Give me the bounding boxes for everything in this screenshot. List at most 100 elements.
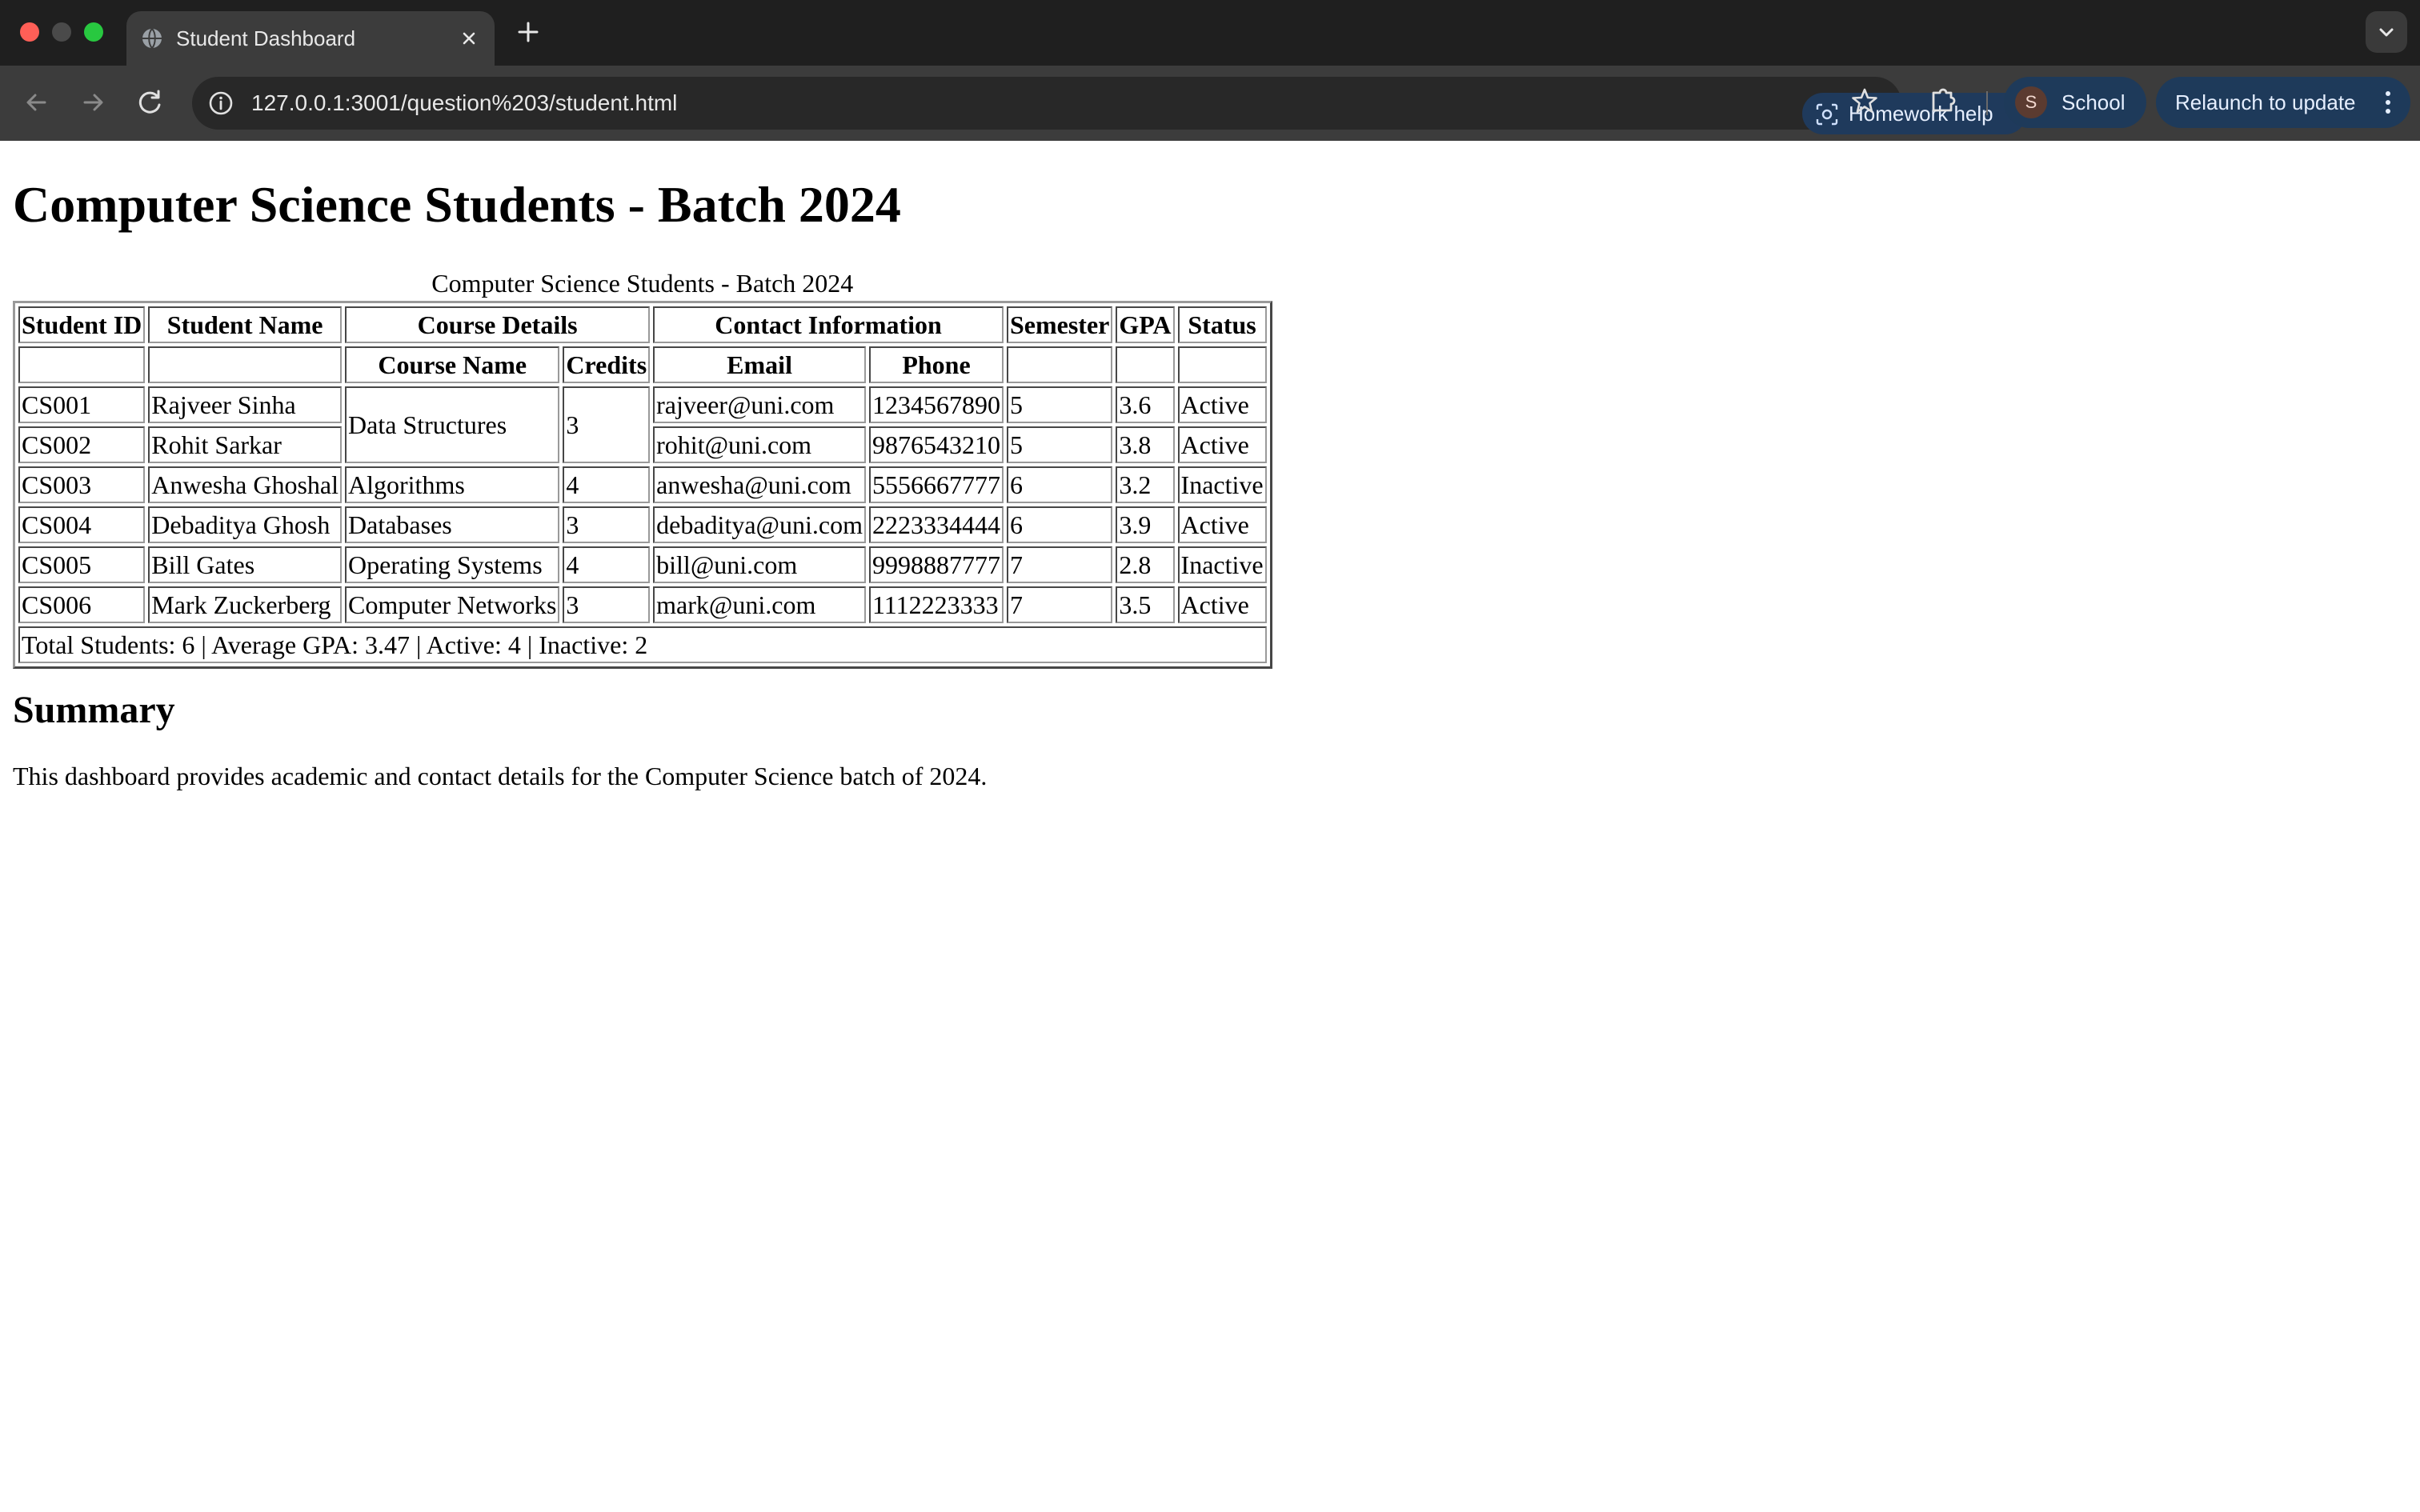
- empty-header-cell: [1177, 346, 1267, 383]
- header-status: Status: [1177, 306, 1267, 343]
- cell-credits: 3: [563, 586, 651, 623]
- cell-status: Inactive: [1177, 466, 1267, 503]
- summary-text: This dashboard provides academic and con…: [13, 762, 988, 790]
- cell-phone: 5556667777: [868, 466, 1004, 503]
- cell-email: rajveer@uni.com: [653, 386, 866, 423]
- empty-header-cell: [18, 346, 146, 383]
- cell-credits: 3: [563, 386, 651, 463]
- header-student-name: Student Name: [148, 306, 342, 343]
- cell-email: debaditya@uni.com: [653, 506, 866, 543]
- cell-course-name: Algorithms: [345, 466, 560, 503]
- cell-status: Active: [1177, 386, 1267, 423]
- cell-student-name: Rohit Sarkar: [148, 426, 342, 463]
- empty-header-cell: [1116, 346, 1175, 383]
- close-icon[interactable]: [456, 26, 482, 51]
- cell-semester: 7: [1006, 546, 1113, 583]
- forward-arrow-icon[interactable]: [74, 83, 112, 122]
- cell-gpa: 3.2: [1116, 466, 1175, 503]
- table-caption: Computer Science Students - Batch 2024: [431, 269, 854, 298]
- profile-button[interactable]: S School: [2004, 77, 2146, 128]
- back-arrow-icon[interactable]: [18, 83, 56, 122]
- header-phone: Phone: [868, 346, 1004, 383]
- cell-semester: 6: [1006, 466, 1113, 503]
- cell-gpa: 3.8: [1116, 426, 1175, 463]
- cell-status: Active: [1177, 426, 1267, 463]
- empty-header-cell: [148, 346, 342, 383]
- relaunch-button[interactable]: Relaunch to update: [2156, 77, 2410, 128]
- page-title: Computer Science Students - Batch 2024: [13, 176, 901, 233]
- cell-phone: 2223334444: [868, 506, 1004, 543]
- header-email: Email: [653, 346, 866, 383]
- close-window-button[interactable]: [20, 22, 39, 42]
- cell-phone: 1112223333: [868, 586, 1004, 623]
- cell-student-id: CS001: [18, 386, 146, 423]
- cell-gpa: 2.8: [1116, 546, 1175, 583]
- page-content: Computer Science Students - Batch 2024 C…: [0, 141, 2420, 1512]
- cell-phone: 9998887777: [868, 546, 1004, 583]
- cell-gpa: 3.9: [1116, 506, 1175, 543]
- cell-student-id: CS003: [18, 466, 146, 503]
- table-row: CS003 Anwesha Ghoshal Algorithms 4 anwes…: [18, 466, 1267, 503]
- cell-student-name: Rajveer Sinha: [148, 386, 342, 423]
- cell-phone: 1234567890: [868, 386, 1004, 423]
- tab-student-dashboard[interactable]: Student Dashboard: [126, 11, 495, 66]
- address-bar[interactable]: 127.0.0.1:3001/question%203/student.html…: [192, 77, 2026, 134]
- cell-phone: 9876543210: [868, 426, 1004, 463]
- maximize-window-button[interactable]: [84, 22, 103, 42]
- cell-student-id: CS002: [18, 426, 146, 463]
- cell-course-name: Operating Systems: [345, 546, 560, 583]
- students-table-wrapper: Computer Science Students - Batch 2024 S…: [13, 267, 1272, 669]
- cell-semester: 6: [1006, 506, 1113, 543]
- homework-help-button[interactable]: Homework help: [1802, 93, 2026, 134]
- cell-student-id: CS004: [18, 506, 146, 543]
- cell-email: rohit@uni.com: [653, 426, 866, 463]
- cell-email: mark@uni.com: [653, 586, 866, 623]
- tab-search-button[interactable]: [2366, 11, 2407, 53]
- header-student-id: Student ID: [18, 306, 146, 343]
- cell-student-id: CS006: [18, 586, 146, 623]
- cell-status: Inactive: [1177, 546, 1267, 583]
- avatar: S: [2015, 86, 2047, 118]
- lens-icon: [1815, 102, 1839, 126]
- cell-student-name: Bill Gates: [148, 546, 342, 583]
- star-icon[interactable]: [1847, 83, 1882, 118]
- header-course-details: Course Details: [345, 306, 651, 343]
- cell-credits: 4: [563, 546, 651, 583]
- header-contact-information: Contact Information: [653, 306, 1004, 343]
- cell-course-name: Data Structures: [345, 386, 560, 463]
- minimize-window-button[interactable]: [52, 22, 71, 42]
- cell-credits: 3: [563, 506, 651, 543]
- cell-status: Active: [1177, 586, 1267, 623]
- cell-gpa: 3.6: [1116, 386, 1175, 423]
- header-gpa: GPA: [1116, 306, 1175, 343]
- cell-email: bill@uni.com: [653, 546, 866, 583]
- plus-icon[interactable]: [512, 16, 544, 48]
- cell-student-id: CS005: [18, 546, 146, 583]
- students-table: Computer Science Students - Batch 2024 S…: [13, 267, 1272, 669]
- url-text: 127.0.0.1:3001/question%203/student.html: [251, 90, 678, 115]
- header-credits: Credits: [563, 346, 651, 383]
- browser-chrome: Student Dashboard 127.0.0.1:3001/questio…: [0, 0, 2420, 141]
- reload-icon[interactable]: [131, 83, 170, 122]
- table-row: CS006 Mark Zuckerberg Computer Networks …: [18, 586, 1267, 623]
- cell-student-name: Debaditya Ghosh: [148, 506, 342, 543]
- globe-icon: [141, 27, 163, 50]
- info-icon[interactable]: [206, 89, 235, 118]
- chevron-down-icon: [2366, 28, 2407, 56]
- cell-student-name: Anwesha Ghoshal: [148, 466, 342, 503]
- cell-course-name: Computer Networks: [345, 586, 560, 623]
- header-row-sub: Course Name Credits Email Phone: [18, 346, 1267, 383]
- table-row: CS005 Bill Gates Operating Systems 4 bil…: [18, 546, 1267, 583]
- puzzle-icon[interactable]: [1925, 82, 1962, 118]
- header-course-name: Course Name: [345, 346, 560, 383]
- tab-title: Student Dashboard: [176, 26, 356, 50]
- cell-student-name: Mark Zuckerberg: [148, 586, 342, 623]
- table-footer-row: Total Students: 6 | Average GPA: 3.47 | …: [18, 626, 1267, 663]
- cell-status: Active: [1177, 506, 1267, 543]
- cell-gpa: 3.5: [1116, 586, 1175, 623]
- relaunch-label: Relaunch to update: [2175, 90, 2356, 114]
- kebab-menu-icon[interactable]: [2380, 88, 2396, 117]
- table-row: CS001 Rajveer Sinha Data Structures 3 ra…: [18, 386, 1267, 463]
- cell-email: anwesha@uni.com: [653, 466, 866, 503]
- profile-label: School: [2061, 90, 2126, 114]
